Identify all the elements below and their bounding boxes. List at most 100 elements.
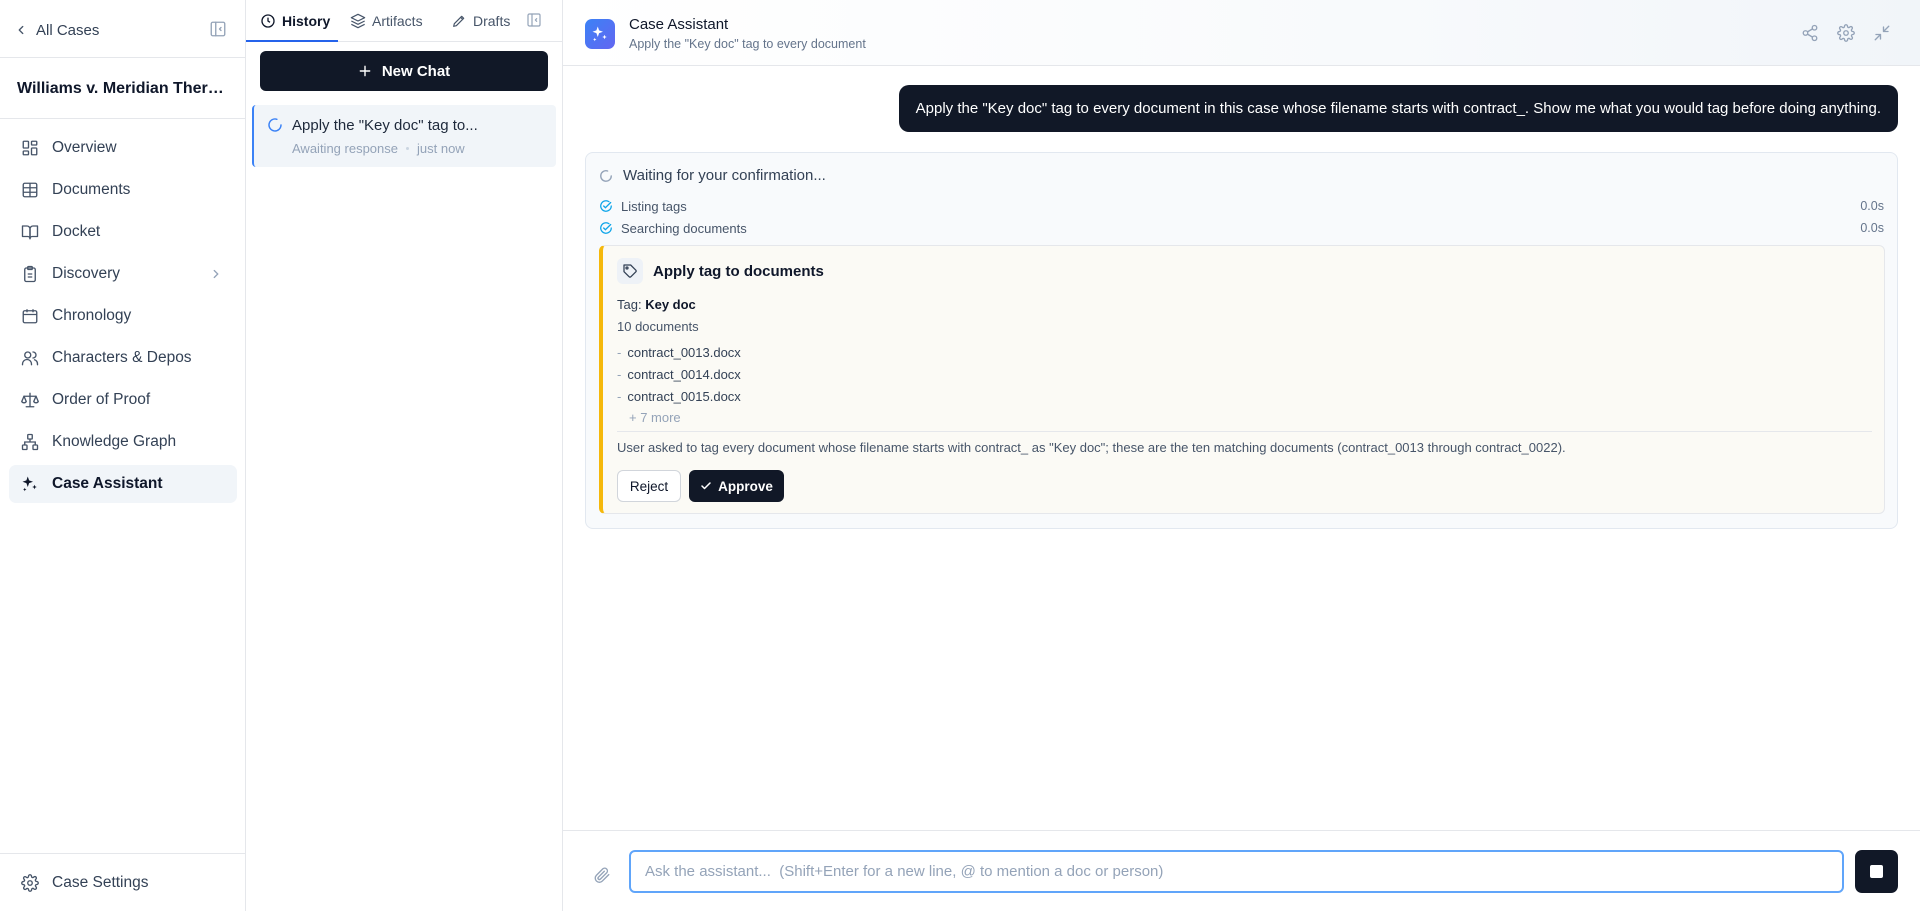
nav-item-characters-depos[interactable]: Characters & Depos — [9, 339, 237, 377]
nav-item-order-of-proof[interactable]: Order of Proof — [9, 381, 237, 419]
assistant-response: Waiting for your confirmation... Listing… — [585, 152, 1898, 529]
bullet-dash: - — [617, 344, 622, 360]
nav-item-label: Knowledge Graph — [52, 433, 177, 450]
nav-item-docket[interactable]: Docket — [9, 213, 237, 251]
show-more-link[interactable]: + 7 more — [629, 410, 681, 425]
case-sidebar: All Cases Williams v. Meridian Therap...… — [0, 0, 246, 911]
check-icon — [700, 480, 712, 492]
tab-history[interactable]: History — [260, 0, 330, 42]
new-chat-button[interactable]: New Chat — [260, 51, 548, 91]
tag-value: Key doc — [645, 297, 696, 312]
scale-icon — [21, 391, 39, 409]
stop-button[interactable] — [1855, 850, 1898, 893]
network-icon — [21, 433, 39, 451]
tool-step: Searching documents 0.0s — [599, 219, 1884, 237]
nav-item-label: Order of Proof — [52, 391, 151, 408]
divider — [0, 118, 246, 119]
pen-icon — [451, 13, 467, 29]
tag-line: Tag: Key doc — [617, 297, 696, 312]
history-tabs: History Artifacts Drafts — [246, 0, 562, 42]
case-title: Williams v. Meridian Therap... — [17, 80, 232, 97]
nav-item-label: Documents — [52, 181, 131, 198]
approve-label: Approve — [718, 478, 773, 494]
case-settings-label: Case Settings — [52, 874, 149, 891]
assistant-main: Case Assistant Apply the "Key doc" tag t… — [563, 0, 1920, 911]
nav-item-discovery[interactable]: Discovery — [9, 255, 237, 293]
chat-title: Apply the "Key doc" tag to... — [292, 117, 478, 134]
nav-item-overview[interactable]: Overview — [9, 129, 237, 167]
layers-icon — [350, 13, 366, 29]
share-icon[interactable] — [1801, 24, 1819, 42]
nav-item-chronology[interactable]: Chronology — [9, 297, 237, 335]
case-nav: Overview Documents Docket Discovery Chro… — [9, 129, 237, 507]
settings-gear-icon[interactable] — [1837, 24, 1855, 42]
loading-spinner-icon — [267, 117, 283, 133]
tool-reason: User asked to tag every document whose f… — [617, 440, 1566, 455]
list-item: - contract_0014.docx — [617, 363, 741, 385]
minimize-icon[interactable] — [1873, 24, 1891, 42]
stop-icon — [1870, 865, 1883, 878]
tool-title: Apply tag to documents — [653, 263, 824, 280]
divider — [0, 57, 246, 58]
all-cases-link[interactable]: All Cases — [14, 18, 99, 42]
nav-item-knowledge-graph[interactable]: Knowledge Graph — [9, 423, 237, 461]
nav-item-case-assistant[interactable]: Case Assistant — [9, 465, 237, 503]
book-icon — [21, 223, 39, 241]
clipboard-icon — [21, 265, 39, 283]
document-name: contract_0014.docx — [627, 366, 741, 382]
users-icon — [21, 349, 39, 367]
collapse-history-icon[interactable] — [526, 12, 544, 30]
nav-item-documents[interactable]: Documents — [9, 171, 237, 209]
active-tab-indicator — [246, 40, 338, 42]
reject-button[interactable]: Reject — [617, 470, 681, 502]
grid-icon — [21, 139, 39, 157]
nav-item-label: Docket — [52, 223, 101, 240]
assistant-title: Case Assistant — [629, 16, 729, 33]
waiting-status: Waiting for your confirmation... — [599, 167, 826, 184]
clock-icon — [260, 13, 276, 29]
plus-icon — [358, 64, 372, 78]
chat-time: just now — [417, 141, 465, 156]
waiting-text: Waiting for your confirmation... — [623, 167, 826, 184]
tool-confirmation-card: Apply tag to documents Tag: Key doc 10 d… — [599, 245, 1885, 514]
chevron-right-icon — [209, 267, 223, 281]
tag-label: Tag: — [617, 297, 642, 312]
document-list: - contract_0013.docx - contract_0014.doc… — [617, 341, 741, 407]
tab-drafts[interactable]: Drafts — [451, 0, 510, 42]
chat-status: Awaiting response — [292, 141, 398, 156]
gear-icon — [21, 874, 39, 892]
all-cases-label: All Cases — [36, 21, 100, 39]
document-name: contract_0015.docx — [627, 388, 741, 404]
chat-history-panel: History Artifacts Drafts New Chat Apply — [246, 0, 563, 911]
step-duration: 0.0s — [1860, 199, 1884, 213]
document-count: 10 documents — [617, 319, 699, 334]
tag-icon — [617, 258, 643, 284]
tab-label: History — [282, 13, 331, 29]
table-icon — [21, 181, 39, 199]
chat-meta: Awaiting response just now — [292, 141, 465, 156]
paperclip-icon[interactable] — [593, 866, 611, 884]
assistant-logo-icon — [585, 19, 615, 49]
message-input[interactable] — [629, 850, 1844, 893]
check-circle-icon — [599, 221, 613, 235]
case-settings-link[interactable]: Case Settings — [21, 873, 149, 893]
step-duration: 0.0s — [1860, 221, 1884, 235]
document-name: contract_0013.docx — [627, 344, 741, 360]
step-label: Searching documents — [621, 220, 747, 236]
conversation-subtitle: Apply the "Key doc" tag to every documen… — [629, 37, 866, 51]
chat-history-item[interactable]: Apply the "Key doc" tag to... Awaiting r… — [252, 105, 556, 167]
separator-dot — [406, 147, 409, 150]
user-message: Apply the "Key doc" tag to every documen… — [898, 85, 1898, 132]
nav-item-label: Chronology — [52, 307, 132, 324]
divider — [0, 853, 246, 854]
nav-item-label: Characters & Depos — [52, 349, 192, 366]
approve-button[interactable]: Approve — [689, 470, 784, 502]
collapse-sidebar-icon[interactable] — [209, 20, 229, 40]
divider — [617, 431, 1872, 432]
list-item: - contract_0015.docx — [617, 385, 741, 407]
nav-item-label: Case Assistant — [52, 475, 163, 492]
new-chat-label: New Chat — [381, 62, 451, 80]
composer-bar — [563, 830, 1920, 911]
tab-label: Artifacts — [372, 13, 423, 29]
tab-artifacts[interactable]: Artifacts — [350, 0, 423, 42]
